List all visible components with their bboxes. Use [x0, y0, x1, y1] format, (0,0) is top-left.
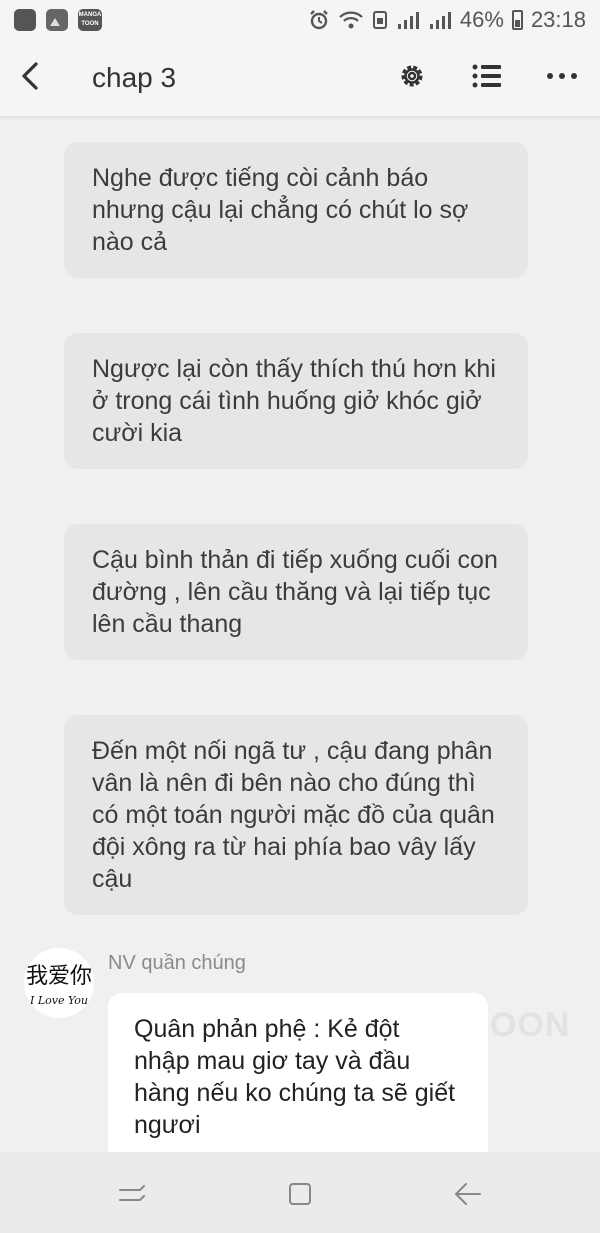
character-avatar[interactable]: 我爱你 I Love You: [24, 948, 94, 1018]
sim-icon: [372, 11, 387, 29]
wifi-icon: [339, 11, 363, 29]
recent-apps-button[interactable]: [112, 1174, 152, 1214]
app-square-icon: [14, 9, 36, 31]
settings-gear-icon: [401, 65, 423, 87]
gallery-icon: [46, 9, 68, 31]
home-button[interactable]: [280, 1174, 320, 1214]
narration-bubble: Ngược lại còn thấy thích thú hơn khi ở t…: [64, 333, 528, 469]
chapter-list-button[interactable]: [469, 58, 505, 94]
alarm-icon: [310, 10, 328, 30]
battery-percent: 46%: [459, 7, 504, 32]
avatar-text-cn: 我爱你: [25, 964, 92, 989]
clock: 23:18: [530, 7, 586, 32]
recent-apps-icon: [119, 1185, 145, 1201]
dialog-bubble: Quân phản phệ : Kẻ đột nhập mau giơ tay …: [108, 993, 488, 1152]
more-options-icon: [547, 73, 577, 79]
more-options-button[interactable]: [544, 58, 580, 94]
back-arrow-icon: [22, 62, 38, 90]
narration-bubble: Cậu bình thản đi tiếp xuống cuối con đườ…: [64, 524, 528, 660]
character-name: NV quần chúng: [108, 952, 246, 974]
narration-bubble: Nghe được tiếng còi cảnh báo nhưng cậu l…: [64, 142, 528, 278]
system-nav-bar: [0, 1152, 600, 1233]
chapter-content[interactable]: Nghe được tiếng còi cảnh báo nhưng cậu l…: [0, 116, 600, 1152]
narration-bubble: Đến một nối ngã tư , cậu đang phân vân l…: [64, 715, 528, 915]
page-title: chap 3: [92, 62, 177, 93]
signal-icon: [397, 12, 419, 29]
signal-icon-2: [429, 12, 451, 29]
system-back-button[interactable]: [448, 1174, 488, 1214]
back-icon: [455, 1183, 481, 1205]
app-bar: chap 3: [0, 40, 600, 116]
battery-icon: [511, 10, 523, 30]
chapter-list-icon: [472, 64, 501, 88]
watermark: OON: [490, 1006, 571, 1044]
home-icon: [289, 1183, 311, 1205]
back-button[interactable]: [16, 58, 46, 101]
avatar-text-en: I Love You: [29, 994, 88, 1007]
status-bar: MANGA TOON 46% 23:18: [0, 0, 600, 40]
settings-button[interactable]: [394, 58, 430, 94]
mangatoon-icon: MANGA TOON: [78, 9, 102, 31]
